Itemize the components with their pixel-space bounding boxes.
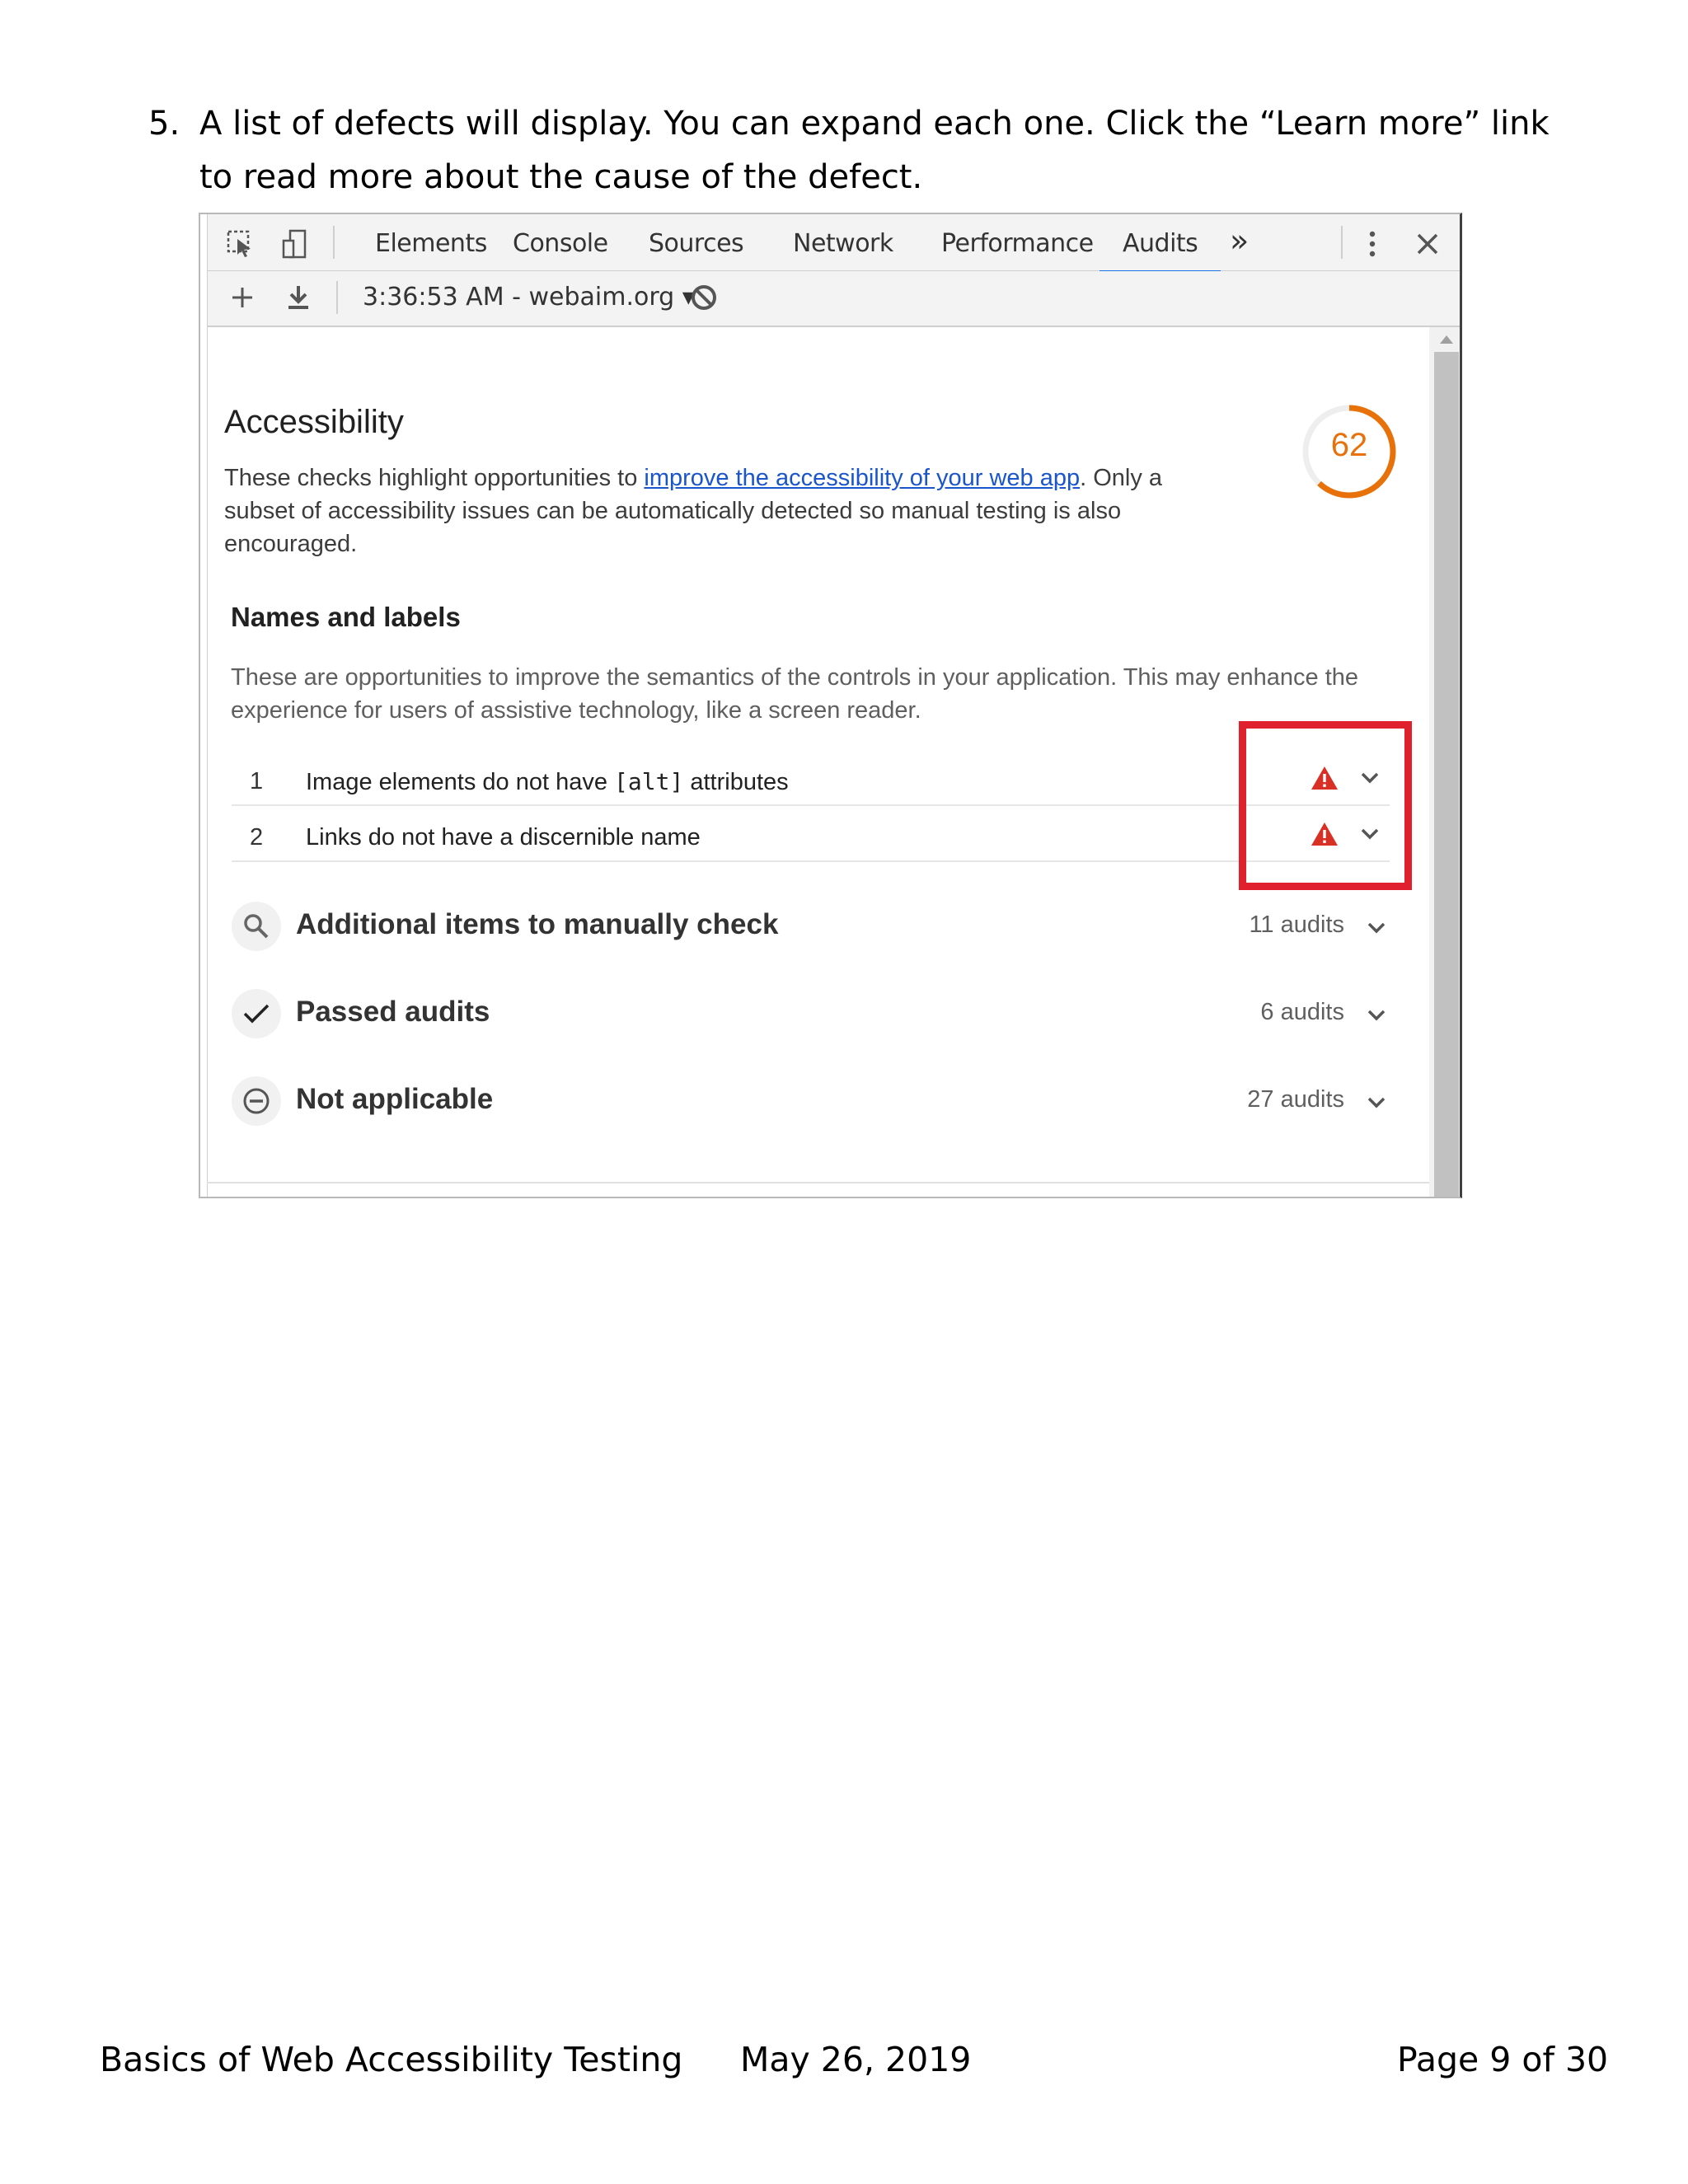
audit-label: Image elements do not have [alt] attribu… [306,768,789,796]
chevron-down-icon[interactable] [1366,920,1387,936]
minus-circle-icon-badge [232,1076,281,1126]
chevron-down-icon[interactable] [1366,1007,1387,1024]
step-number: 5. [148,105,181,143]
tab-elements[interactable]: Elements [375,229,487,258]
tab-sources[interactable]: Sources [649,229,744,258]
report-selector[interactable]: 3:36:53 AM - webaim.org ▾ [363,283,695,312]
group-title: Names and labels [231,602,461,632]
audit-label-text: attributes [683,769,789,795]
description-text: These checks highlight opportunities to [224,465,645,491]
scrollbar[interactable] [1429,327,1460,1197]
checkmark-icon-badge [232,989,281,1038]
audit-index: 2 [250,824,264,851]
clear-block-icon[interactable] [689,283,719,312]
audit-count: 11 audits [1249,912,1344,938]
audit-label-text: Links do not have a discernible name [306,824,701,851]
devtools-tabbar: Elements Console Sources Network Perform… [207,214,1460,274]
tab-console[interactable]: Console [513,229,608,258]
footer-title: Basics of Web Accessibility Testing [100,2040,683,2079]
section-passed-audits[interactable]: Passed audits 6 audits [232,986,1394,1052]
scroll-up-arrow[interactable] [1440,335,1453,344]
audit-row[interactable]: 1 Image elements do not have [alt] attri… [232,750,1390,806]
section-not-applicable[interactable]: Not applicable 27 audits [232,1073,1394,1139]
tab-performance[interactable]: Performance [941,229,1094,258]
more-tabs-button[interactable]: » [1230,223,1249,259]
search-icon [244,914,269,939]
section-title: Passed audits [296,996,490,1028]
audit-index: 1 [250,768,264,794]
plus-icon[interactable] [227,283,257,312]
score-value: 62 [1330,427,1368,463]
search-icon-badge [232,902,281,951]
accessibility-description: These checks highlight opportunities to … [224,462,1213,560]
audit-label: Links do not have a discernible name [306,824,701,851]
divider [207,1182,1429,1183]
tab-audits[interactable]: Audits [1099,229,1221,274]
section-title: Not applicable [296,1083,494,1115]
audit-count: 27 audits [1247,1086,1344,1113]
toolbar-divider [333,226,335,259]
audit-label-text: Image elements do not have [306,769,615,795]
tab-network[interactable]: Network [793,229,893,258]
audits-toolbar: 3:36:53 AM - webaim.org ▾ [207,271,1460,327]
device-toolbar-icon[interactable] [280,229,310,259]
toolbar-divider [336,281,338,314]
checkmark-icon [243,1004,270,1024]
close-icon[interactable] [1413,229,1442,259]
step-text: A list of defects will display. You can … [199,105,1550,196]
section-manual-check[interactable]: Additional items to manually check 11 au… [232,898,1394,964]
section-title: Additional items to manually check [296,908,779,940]
minus-circle-icon [243,1088,270,1114]
audit-count: 6 audits [1260,999,1344,1025]
inspect-element-icon[interactable] [226,229,256,259]
footer-page-number: Page 9 of 30 [1397,2040,1609,2079]
footer-date: May 26, 2019 [740,2040,972,2079]
download-icon[interactable] [284,283,313,312]
step-instruction: 5. A list of defects will display. You c… [148,97,1566,204]
scroll-thumb[interactable] [1434,352,1459,1197]
group-description: These are opportunities to improve the s… [231,664,1359,724]
highlight-box [1239,721,1412,890]
accessibility-title: Accessibility [224,404,404,440]
audit-label-code: [alt] [614,768,684,795]
chevron-down-icon[interactable] [1366,1094,1387,1111]
toolbar-divider [1341,226,1343,259]
accessibility-docs-link[interactable]: improve the accessibility of your web ap… [644,465,1080,491]
kebab-menu-icon[interactable] [1357,229,1387,259]
audit-row[interactable]: 2 Links do not have a discernible name [232,806,1390,862]
